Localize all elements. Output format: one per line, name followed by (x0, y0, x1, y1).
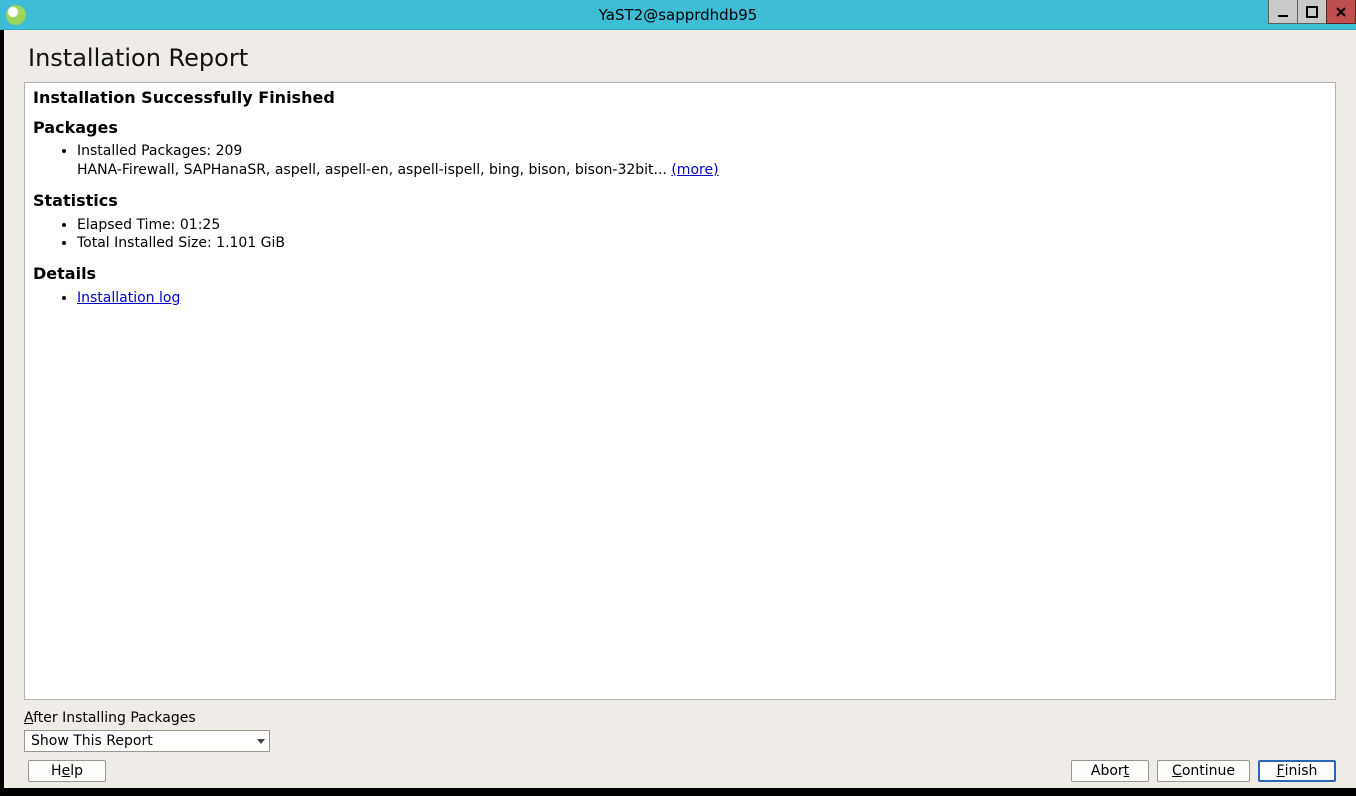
window-controls (1269, 0, 1356, 24)
details-heading: Details (33, 263, 1327, 285)
packages-item: Installed Packages: 209 HANA-Firewall, S… (77, 142, 1327, 180)
installed-packages-label: Installed Packages: (77, 143, 216, 159)
after-installing-label: After Installing Packages (4, 700, 1356, 728)
details-list: Installation log (33, 289, 1327, 308)
installation-log-link[interactable]: Installation log (77, 290, 180, 306)
window-titlebar: YaST2@sapprdhdb95 (0, 0, 1356, 30)
installed-packages-count: 209 (216, 143, 243, 159)
stat-size: Total Installed Size: 1.101 GiB (77, 234, 1327, 253)
stat-size-label: Total Installed Size: (77, 235, 216, 251)
packages-more-link[interactable]: (more) (671, 162, 718, 178)
continue-button[interactable]: Continue (1157, 760, 1250, 782)
help-button[interactable]: Help (28, 760, 106, 782)
button-row: Help Abort Continue Finish (4, 752, 1356, 788)
after-installing-dropdown[interactable]: Show This Report (24, 730, 270, 752)
packages-names: HANA-Firewall, SAPHanaSR, aspell, aspell… (77, 162, 671, 178)
page-title: Installation Report (4, 30, 1356, 82)
dropdown-value: Show This Report (31, 733, 153, 749)
app-body: Installation Report Installation Success… (4, 30, 1356, 788)
stat-elapsed: Elapsed Time: 01:25 (77, 216, 1327, 235)
window-title: YaST2@sapprdhdb95 (599, 6, 758, 24)
statistics-heading: Statistics (33, 190, 1327, 212)
stat-elapsed-value: 01:25 (180, 217, 220, 233)
packages-heading: Packages (33, 117, 1327, 139)
maximize-button[interactable] (1297, 0, 1327, 24)
minimize-button[interactable] (1268, 0, 1298, 24)
yast-icon (6, 5, 26, 25)
finish-button[interactable]: Finish (1258, 760, 1336, 782)
packages-list: Installed Packages: 209 HANA-Firewall, S… (33, 142, 1327, 180)
report-headline: Installation Successfully Finished (33, 87, 1327, 109)
report-panel: Installation Successfully Finished Packa… (24, 82, 1336, 700)
stat-size-value: 1.101 GiB (216, 235, 285, 251)
close-button[interactable] (1326, 0, 1356, 24)
details-item: Installation log (77, 289, 1327, 308)
stat-elapsed-label: Elapsed Time: (77, 217, 180, 233)
statistics-list: Elapsed Time: 01:25 Total Installed Size… (33, 216, 1327, 254)
abort-button[interactable]: Abort (1071, 760, 1149, 782)
chevron-down-icon (257, 739, 265, 744)
